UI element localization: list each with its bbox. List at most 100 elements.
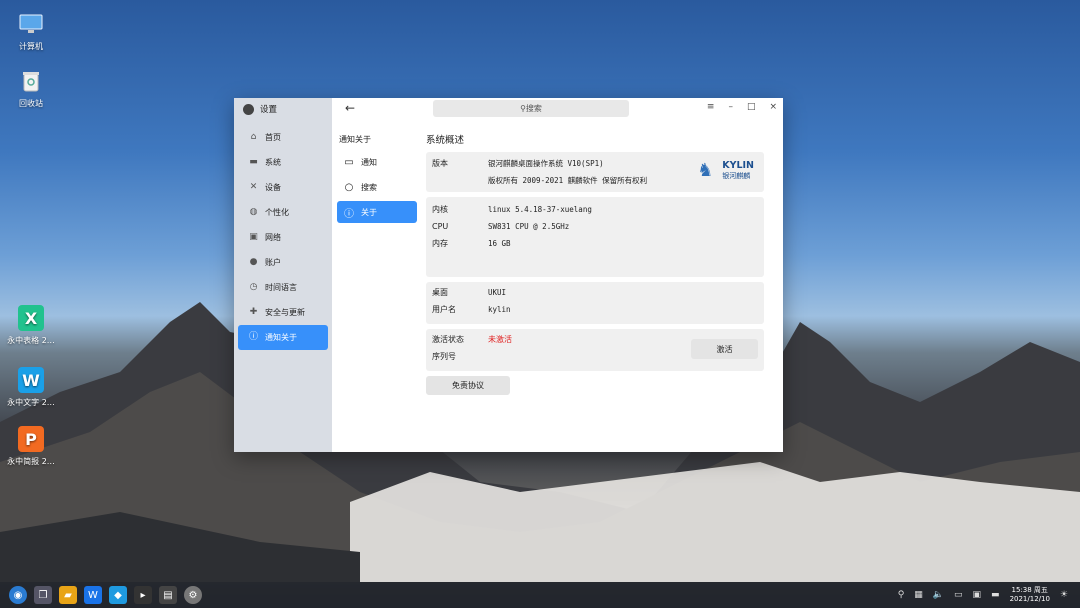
sidebar-item-notify-about[interactable]: ⓘ 通知关于 [238,325,328,350]
system-tray: ⚲ ▦ 🔈 ▭ ▣ ▬ 15:38 周五 2021/12/10 ☀ [898,582,1080,608]
sidebar-item-personalize[interactable]: ◍ 个性化 [238,200,328,225]
user-value: kylin [488,305,511,314]
desktop-label: 桌面 [432,288,448,297]
subnav-item-label: 关于 [361,207,377,217]
desktop-icon-writer[interactable]: W 永中文字 2… [1,367,61,408]
kylin-logo: ♞ KYLIN 银河麒麟 [697,160,754,182]
search-placeholder: 搜索 [525,104,542,113]
app-title-bar: 设置 [234,98,332,120]
account-icon: ● [249,257,258,267]
desktop-icon-spreadsheet[interactable]: X 永中表格 2… [1,305,61,346]
file-manager-icon[interactable]: ▰ [59,586,77,604]
sidebar-item-label: 设备 [265,183,281,192]
copyright-text: 版权所有 2009-2021 麒麟软件 保留所有权利 [488,176,648,185]
system-monitor-icon[interactable]: ▤ [159,586,177,604]
notification-icon[interactable]: ▭ [954,590,963,600]
sidebar-item-time-language[interactable]: ◷ 时间语言 [238,275,328,300]
settings-app-icon[interactable]: ⚙ [184,586,202,604]
sidebar-item-network[interactable]: ▣ 网络 [238,225,328,250]
version-card: 版本 银河麒麟桌面操作系统 V10(SP1) 版权所有 2009-2021 麒麟… [426,152,764,192]
kernel-label: 内核 [432,205,448,214]
sidebar-item-label: 通知关于 [265,333,297,342]
desktop-value: UKUI [488,288,507,297]
home-icon: ⌂ [250,132,257,142]
monitor-icon [18,11,44,37]
subnav-item-search[interactable]: ○ 搜索 [337,176,417,198]
sidebar-item-label: 账户 [265,258,281,267]
search-input[interactable]: ⚲ 搜索 [433,100,629,117]
main-panel: ← ⚲ 搜索 ≡ – □ × 通知关于 ▭ 通知 ○ 搜索 ⓘ 关于 系统概述 版本 [332,98,783,452]
sidebar-item-security[interactable]: ✚ 安全与更新 [238,300,328,325]
user-card: 桌面 UKUI 用户名 kylin [426,282,764,324]
desktop-icon-presentation[interactable]: P 永中简报 2… [1,426,61,467]
brightness-icon[interactable]: ☀ [1060,590,1068,600]
clock-time: 15:38 周五 [1011,586,1048,594]
trash-icon [18,68,44,94]
network-icon: ▣ [249,232,258,242]
presentation-icon: P [18,426,44,452]
sidebar-item-label: 网络 [265,233,281,242]
version-label: 版本 [432,159,448,168]
info-icon: ⓘ [249,332,259,342]
subnav-item-label: 通知 [361,157,377,167]
subnav-item-notification[interactable]: ▭ 通知 [337,151,417,173]
about-content: 系统概述 版本 银河麒麟桌面操作系统 V10(SP1) 版权所有 2009-20… [426,132,764,395]
network-icon[interactable]: ▦ [914,590,923,600]
clock-icon: ◷ [249,282,258,292]
search-icon: ○ [344,181,354,193]
top-bar: ← ⚲ 搜索 ≡ – □ × [332,98,783,120]
sidebar-item-label: 时间语言 [265,283,297,292]
sidebar-item-system[interactable]: ▬ 系统 [238,150,328,175]
keyboard-icon[interactable]: ▬ [991,590,1000,600]
cpu-value: SW831 CPU @ 2.5GHz [488,222,570,231]
search-icon[interactable]: ⚲ [898,590,905,600]
sidebar-item-label: 系统 [265,158,281,167]
volume-icon[interactable]: 🔈 [933,590,944,600]
maximize-icon[interactable]: □ [747,102,756,112]
clock[interactable]: 15:38 周五 2021/12/10 [1010,586,1050,604]
activation-label: 激活状态 [432,335,464,344]
security-icon: ✚ [249,307,258,317]
subnav-item-label: 搜索 [361,182,377,192]
sidebar: 设置 ⌂ 首页 ▬ 系统 ✕ 设备 ◍ 个性化 ▣ 网络 ● 账户 ◷ 时间语言 ✚ 安全与更新… [234,98,332,452]
subnav-item-about[interactable]: ⓘ 关于 [337,201,417,223]
menu-icon[interactable]: ≡ [707,102,715,112]
screen-icon[interactable]: ▣ [973,590,982,600]
kernel-value: linux 5.4.18-37-xuelang [488,205,592,214]
spreadsheet-icon: X [18,305,44,331]
software-store-icon[interactable]: ◆ [109,586,127,604]
sidebar-item-label: 个性化 [265,208,289,217]
sidebar-item-home[interactable]: ⌂ 首页 [238,125,328,150]
back-arrow-icon[interactable]: ← [345,101,355,115]
cpu-label: CPU [432,222,449,231]
activation-card: 激活状态 未激活 序列号 激活 [426,329,764,371]
start-menu-icon[interactable]: ◉ [9,586,27,604]
desktop-icon-label: 永中简报 2… [7,457,55,466]
taskbar: ◉ ❐ ▰ W ◆ ▸ ▤ ⚙ ⚲ ▦ 🔈 ▭ ▣ ▬ 15:38 周五 202… [0,582,1080,608]
device-icon: ✕ [249,182,258,192]
personalize-icon: ◍ [249,207,258,217]
hardware-card: 内核 linux 5.4.18-37-xuelang CPU SW831 CPU @… [426,197,764,277]
desktop-icon-trash[interactable]: 回收站 [1,68,61,109]
desktop-icon-label: 计算机 [19,42,43,51]
activate-button[interactable]: 激活 [691,339,758,359]
close-icon[interactable]: × [769,102,777,112]
window-controls: ≡ – □ × [707,102,777,112]
writer-app-icon[interactable]: W [84,586,102,604]
system-icon: ▬ [249,157,258,167]
page-title: 系统概述 [426,135,465,146]
serial-label: 序列号 [432,352,456,361]
writer-icon: W [18,367,44,393]
disclaimer-button[interactable]: 免责协议 [426,376,510,395]
terminal-icon[interactable]: ▸ [134,586,152,604]
multitask-icon[interactable]: ❐ [34,586,52,604]
desktop-icon-label: 永中表格 2… [7,336,55,345]
minimize-icon[interactable]: – [728,102,733,112]
sidebar-item-device[interactable]: ✕ 设备 [238,175,328,200]
clock-date: 2021/12/10 [1009,595,1050,603]
notification-icon: ▭ [344,156,354,168]
app-title: 设置 [260,105,278,115]
desktop-icon-computer[interactable]: 计算机 [1,11,61,52]
sidebar-item-account[interactable]: ● 账户 [238,250,328,275]
memory-label: 内存 [432,239,448,248]
